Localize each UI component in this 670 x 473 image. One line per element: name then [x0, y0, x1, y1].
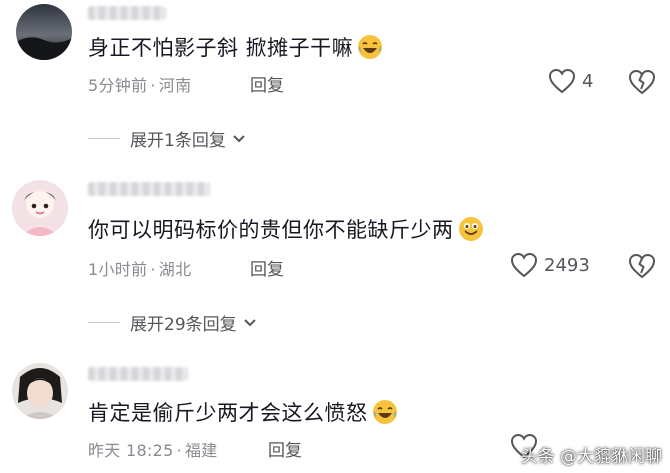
timestamp: 1小时前 — [88, 260, 148, 279]
location: 河南 — [158, 76, 192, 95]
comment-meta: 昨天 18:25 · 福建 — [88, 437, 218, 461]
watermark: 头条 @大貔貅闲聊 — [520, 447, 662, 467]
username[interactable] — [88, 6, 166, 20]
expand-replies-label: 展开29条回复 — [130, 315, 237, 335]
laughing-tears-emoji-icon — [372, 400, 397, 424]
expand-replies-label: 展开1条回复 — [130, 131, 226, 151]
chevron-down-icon — [233, 134, 245, 142]
timestamp: 5分钟前 — [88, 76, 148, 95]
avatar[interactable] — [16, 4, 72, 60]
chevron-down-icon — [243, 318, 256, 326]
location: 福建 — [185, 441, 218, 460]
divider — [88, 322, 120, 323]
comment-text-content: 你可以明码标价的贵但你不能缺斤少两 — [88, 218, 454, 242]
avatar[interactable] — [12, 180, 68, 236]
laughing-tears-emoji-icon — [358, 35, 383, 59]
reply-button[interactable]: 回复 — [268, 436, 302, 461]
like-button[interactable]: 4 — [548, 68, 593, 94]
heart-icon — [510, 252, 538, 278]
comment-meta: 5分钟前 · 河南 — [88, 72, 191, 96]
reply-button[interactable]: 回复 — [250, 71, 284, 96]
username[interactable] — [88, 182, 210, 196]
expand-replies-button[interactable]: 展开29条回复 — [88, 310, 257, 335]
comment-text: 肯定是偷斤少两才会这么愤怒 — [88, 397, 398, 427]
username[interactable] — [88, 367, 188, 381]
dislike-button[interactable] — [628, 69, 656, 95]
reply-button[interactable]: 回复 — [250, 255, 284, 280]
separator: · — [176, 441, 182, 460]
separator: · — [150, 260, 156, 279]
like-count: 4 — [582, 70, 594, 92]
comment-item: 身正不怕影子斜 掀摊子干嘛 5分钟前 · 河南 回复 4 展开1条回复 — [0, 0, 670, 160]
expand-replies-button[interactable]: 展开1条回复 — [88, 126, 246, 151]
avatar[interactable] — [12, 363, 68, 419]
broken-heart-icon — [628, 253, 656, 279]
grin-emoji-icon — [458, 217, 483, 241]
heart-icon — [548, 68, 576, 94]
comment-meta: 1小时前 · 湖北 — [88, 256, 191, 280]
divider — [88, 138, 120, 139]
comment-text: 身正不怕影子斜 掀摊子干嘛 — [88, 32, 383, 62]
comment-text: 你可以明码标价的贵但你不能缺斤少两 — [88, 214, 484, 244]
comment-text-content: 身正不怕影子斜 掀摊子干嘛 — [88, 36, 354, 60]
comment-text-content: 肯定是偷斤少两才会这么愤怒 — [88, 401, 368, 425]
separator: · — [150, 76, 156, 95]
dislike-button[interactable] — [628, 253, 656, 279]
broken-heart-icon — [628, 69, 656, 95]
comment-item: 你可以明码标价的贵但你不能缺斤少两 1小时前 · 湖北 回复 2493 展开29条回… — [0, 170, 670, 340]
like-button[interactable]: 2493 — [510, 252, 590, 278]
like-count: 2493 — [544, 254, 590, 276]
location: 湖北 — [158, 260, 192, 279]
timestamp: 昨天 18:25 — [88, 441, 174, 460]
